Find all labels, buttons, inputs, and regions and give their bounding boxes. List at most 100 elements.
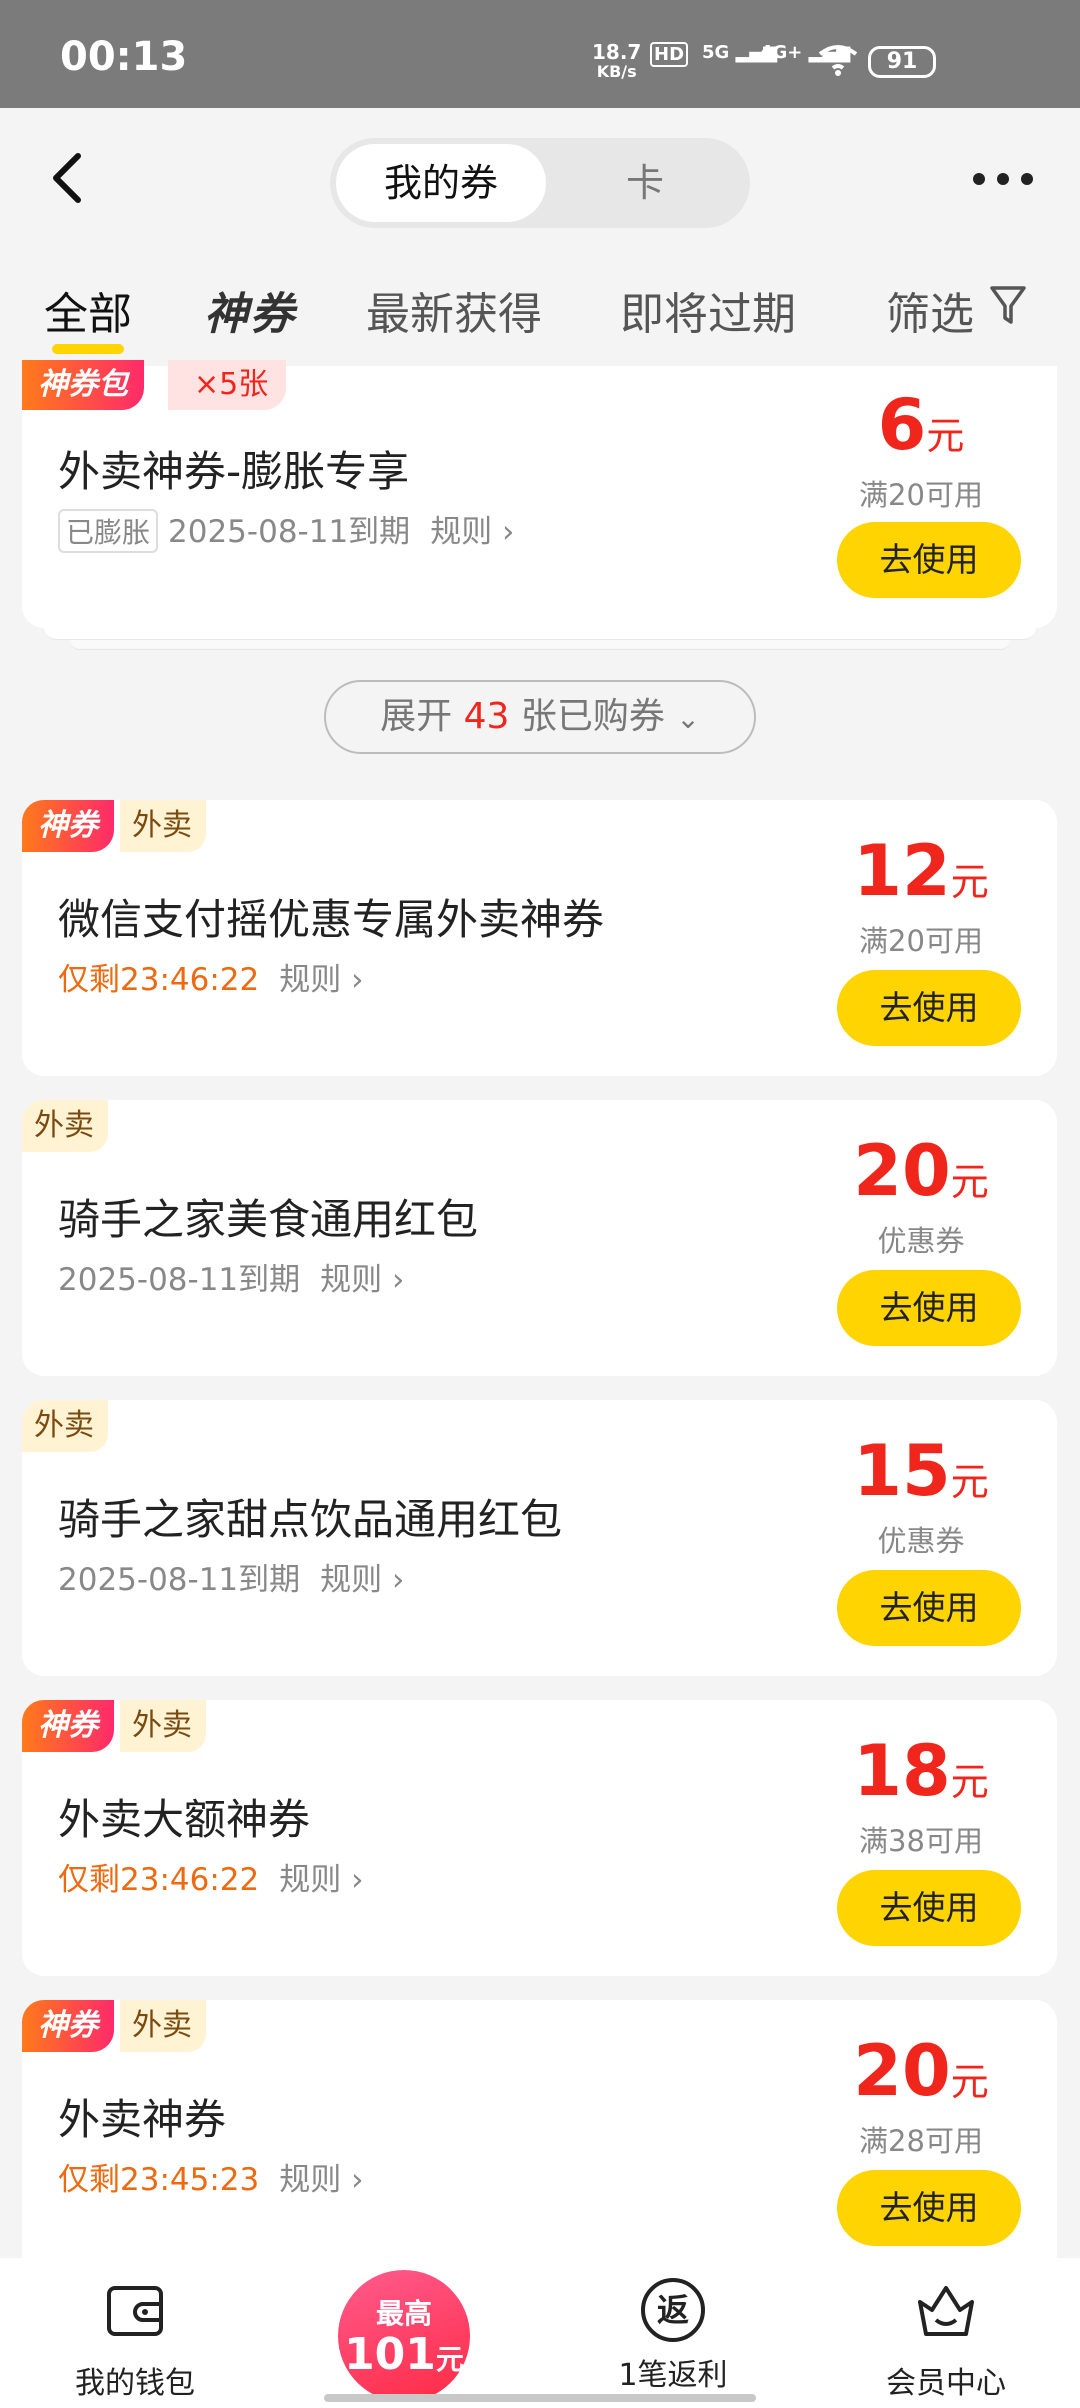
expiry-date: 2025-08-11到期 <box>58 1562 301 1598</box>
coupon-amount: 20元 <box>821 1130 1021 1212</box>
countdown: 仅剩23:45:23 <box>58 2162 260 2198</box>
wifi-icon <box>818 45 858 76</box>
stacked-card-shadow <box>44 628 1036 640</box>
shen-coupon-tag: 神券 <box>22 800 114 852</box>
rule-link[interactable]: 规则 › <box>279 962 363 998</box>
bundle-tag: 神券包 <box>22 360 144 410</box>
segment-control: 我的券 卡 <box>330 138 750 228</box>
amount-value: 15 <box>853 1430 951 1512</box>
coupon-condition: 满20可用 <box>859 924 983 958</box>
amount-unit: 元 <box>950 2060 989 2104</box>
coupon-card[interactable]: 神券 外卖 外卖大额神券 仅剩23:46:22 规则 › 18元 满38可用 去使… <box>22 1700 1057 1976</box>
coupon-amount: 6元 <box>821 384 1021 466</box>
use-button[interactable]: 去使用 <box>837 970 1021 1046</box>
coupon-meta: 仅剩23:46:22 规则 › <box>58 1854 364 1899</box>
rule-link[interactable]: 规则 › <box>430 514 514 550</box>
coupon-meta: 2025-08-11到期 规则 › <box>58 1254 404 1299</box>
coupon-condition: 满28可用 <box>859 2124 983 2158</box>
filter-funnel-icon[interactable] <box>988 284 1028 328</box>
coupon-card[interactable]: 外卖 骑手之家甜点饮品通用红包 2025-08-11到期 规则 › 15元 优惠券… <box>22 1400 1057 1676</box>
amount-value: 18 <box>853 1730 951 1812</box>
promo-amount-unit: 元 <box>435 2343 464 2376</box>
coupon-meta: 已膨胀 2025-08-11到期 规则 › <box>58 506 514 553</box>
more-options-icon[interactable] <box>970 164 1036 194</box>
use-button[interactable]: 去使用 <box>837 1570 1021 1646</box>
expand-suffix: 张已购券 <box>520 696 665 737</box>
countdown: 仅剩23:46:22 <box>58 1862 260 1898</box>
coupon-amount: 15元 <box>821 1430 1021 1512</box>
tab-shen-coupon[interactable]: 神券 <box>204 278 296 342</box>
chevron-down-icon: ⌄ <box>676 702 700 735</box>
coupon-meta: 2025-08-11到期 规则 › <box>58 1554 404 1599</box>
filter-tabs: 全部 神券 最新获得 即将过期 筛选 <box>0 244 1080 364</box>
expand-purchased-coupons-button[interactable]: 展开 43 张已购券 ⌄ <box>324 680 756 754</box>
rule-link[interactable]: 规则 › <box>279 2162 363 2198</box>
stacked-card-shadow-2 <box>70 640 1010 650</box>
coupon-title: 骑手之家美食通用红包 <box>58 1195 479 1244</box>
coupon-title: 骑手之家甜点饮品通用红包 <box>58 1495 563 1544</box>
rule-label: 规则 <box>320 1262 383 1298</box>
nav-rebate[interactable]: 返 1笔返利 <box>608 2278 738 2394</box>
header: 我的券 卡 <box>0 108 1080 244</box>
hd-icon: HD <box>650 42 689 67</box>
shen-coupon-tag: 神券 <box>22 1700 114 1752</box>
rule-label: 规则 <box>279 962 342 998</box>
chevron-right-icon: › <box>502 514 515 550</box>
rule-label: 规则 <box>279 1862 342 1898</box>
rebate-icon: 返 <box>641 2278 705 2342</box>
network-speed-unit: KB/s <box>596 62 637 81</box>
wallet-icon <box>107 2286 163 2336</box>
segment-my-coupons[interactable]: 我的券 <box>336 144 546 222</box>
home-indicator[interactable] <box>324 2394 756 2402</box>
crown-basket-icon <box>918 2286 974 2336</box>
coupon-meta: 仅剩23:46:22 规则 › <box>58 954 364 999</box>
amount-value: 6 <box>877 384 927 466</box>
amount-unit: 元 <box>926 414 965 458</box>
coupon-title: 外卖大额神券 <box>58 1795 311 1844</box>
nav-wallet[interactable]: 我的钱包 <box>70 2278 200 2402</box>
rule-link[interactable]: 规则 › <box>320 1562 404 1598</box>
coupon-title: 外卖神券 <box>58 2095 227 2144</box>
rule-link[interactable]: 规则 › <box>279 1862 363 1898</box>
nav-rebate-label: 1笔返利 <box>618 2358 728 2393</box>
segment-cards[interactable]: 卡 <box>546 144 744 222</box>
back-arrow-icon[interactable] <box>40 148 100 208</box>
signal-5g-label: 5G <box>702 42 730 63</box>
promo-amount: 101元 <box>338 2332 470 2383</box>
coupon-condition: 优惠券 <box>877 1224 965 1258</box>
inflated-badge: 已膨胀 <box>58 509 159 553</box>
category-tag: 外卖 <box>22 1400 108 1452</box>
amount-unit: 元 <box>950 1160 989 1204</box>
rule-link[interactable]: 规则 › <box>320 1262 404 1298</box>
nav-member-center[interactable]: 会员中心 <box>876 2278 1016 2402</box>
tab-all[interactable]: 全部 <box>44 278 132 342</box>
promo-top-label: 最高 <box>375 2297 432 2330</box>
coupon-condition: 满38可用 <box>859 1824 983 1858</box>
coupon-card[interactable]: 外卖 骑手之家美食通用红包 2025-08-11到期 规则 › 20元 优惠券 去… <box>22 1100 1057 1376</box>
use-button[interactable]: 去使用 <box>837 2170 1021 2246</box>
coupon-card[interactable]: 神券 外卖 外卖神券 仅剩23:45:23 规则 › 20元 满28可用 去使用 <box>22 2000 1057 2276</box>
chevron-right-icon: › <box>351 962 364 998</box>
chevron-right-icon: › <box>351 2162 364 2198</box>
use-button[interactable]: 去使用 <box>837 1270 1021 1346</box>
tab-filter[interactable]: 筛选 <box>886 278 974 342</box>
bundle-coupon-card[interactable]: 神券包 ×5张 外卖神券-膨胀专享 已膨胀 2025-08-11到期 规则 › 6元… <box>22 360 1057 628</box>
rule-label: 规则 <box>430 514 493 550</box>
category-tag: 外卖 <box>120 2000 206 2052</box>
active-tab-indicator <box>52 344 124 354</box>
shen-coupon-tag: 神券 <box>22 2000 114 2052</box>
coupon-card[interactable]: 神券 外卖 微信支付摇优惠专属外卖神券 仅剩23:46:22 规则 › 12元 满… <box>22 800 1057 1076</box>
use-button[interactable]: 去使用 <box>837 1870 1021 1946</box>
expiry-date: 2025-08-11到期 <box>168 514 411 550</box>
tab-newest[interactable]: 最新获得 <box>366 278 542 342</box>
amount-value: 20 <box>853 1130 951 1212</box>
expiry-date: 2025-08-11到期 <box>58 1262 301 1298</box>
max-cashback-promo-button[interactable]: 最高 101元 <box>338 2270 470 2402</box>
coupon-condition: 满20可用 <box>859 478 983 512</box>
category-tag: 外卖 <box>22 1100 108 1152</box>
coupon-title: 外卖神券-膨胀专享 <box>58 447 410 496</box>
use-button[interactable]: 去使用 <box>837 522 1021 598</box>
tab-expiring[interactable]: 即将过期 <box>620 278 796 342</box>
chevron-right-icon: › <box>351 1862 364 1898</box>
network-speed: 18.7 KB/s <box>592 42 641 82</box>
